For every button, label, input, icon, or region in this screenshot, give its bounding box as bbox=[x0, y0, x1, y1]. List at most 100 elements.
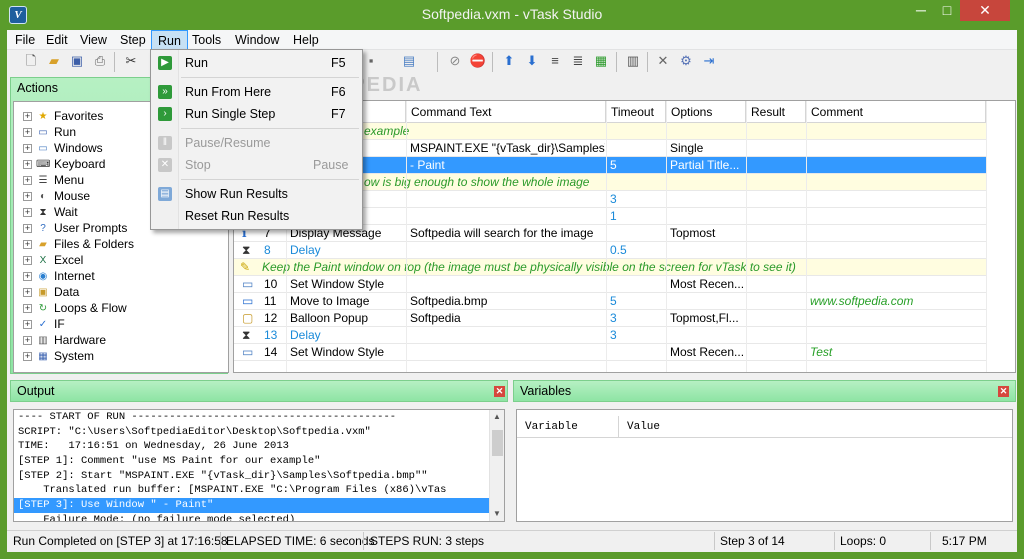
open-folder-icon[interactable]: ▰ bbox=[45, 52, 63, 70]
menu-run[interactable]: Run bbox=[151, 30, 188, 50]
output-line[interactable]: Failure Mode: (no failure mode selected) bbox=[14, 513, 504, 521]
menu-item-show-run-results[interactable]: ▤ Show Run Results bbox=[151, 183, 362, 205]
minimize-button[interactable]: ─ bbox=[908, 0, 934, 21]
output-line[interactable]: TIME: 17:16:51 on Wednesday, 26 June 201… bbox=[14, 439, 504, 454]
output-scrollbar[interactable]: ▲ ▼ bbox=[489, 410, 504, 521]
output-line[interactable]: SCRIPT: "C:\Users\SoftpediaEditor\Deskto… bbox=[14, 425, 504, 440]
stop-icon[interactable]: ⛔ bbox=[469, 52, 487, 70]
grid-row[interactable]: ▭ 11 Move to Image Softpedia.bmp 5 www.softpe… bbox=[234, 293, 986, 310]
expand-icon[interactable]: + bbox=[23, 256, 32, 266]
tree-item-internet[interactable]: + ◉ Internet bbox=[23, 268, 134, 284]
expand-icon[interactable]: + bbox=[23, 320, 32, 330]
tree-item-user-prompts[interactable]: +? User Prompts bbox=[23, 220, 134, 236]
tree-item-favorites[interactable]: + ★ Favorites bbox=[23, 108, 134, 124]
menu-edit[interactable]: Edit bbox=[40, 30, 74, 50]
tree-item-data[interactable]: + ▣ Data bbox=[23, 284, 134, 300]
indent-icon[interactable]: ≡ bbox=[546, 52, 564, 70]
menu-item-stop[interactable]: ✕ Stop Pause bbox=[151, 154, 362, 176]
tree-item-system[interactable]: + ▦ System bbox=[23, 348, 134, 364]
loops-flow-icon: ↻ bbox=[38, 302, 48, 314]
grid-row[interactable]: ⧗ 8 Delay 0.5 bbox=[234, 242, 986, 259]
expand-icon[interactable]: + bbox=[23, 336, 32, 346]
variables-header-value[interactable]: Value bbox=[619, 416, 1012, 438]
menu-item-reset-run-results[interactable]: Reset Run Results bbox=[151, 205, 362, 227]
expand-icon[interactable]: + bbox=[23, 208, 32, 218]
tree-item-keyboard[interactable]: + ⌨ Keyboard bbox=[23, 156, 134, 172]
expand-icon[interactable]: + bbox=[23, 112, 32, 122]
grid-header-result[interactable]: Result bbox=[746, 101, 806, 123]
tree-item-hardware[interactable]: + ▥ Hardware bbox=[23, 332, 134, 348]
menu-item-run[interactable]: ▶ Run F5 bbox=[151, 52, 362, 74]
menu-item-run-single-step[interactable]: › Run Single Step F7 bbox=[151, 103, 362, 125]
tree-item-excel[interactable]: + X Excel bbox=[23, 252, 134, 268]
expand-icon[interactable]: + bbox=[23, 192, 32, 202]
move-up-icon[interactable]: ⬆ bbox=[500, 52, 518, 70]
cell-num: 14 bbox=[264, 345, 278, 359]
menu-file[interactable]: File bbox=[9, 30, 41, 50]
expand-icon[interactable]: + bbox=[23, 352, 32, 362]
output-line[interactable]: Translated run buffer: [MSPAINT.EXE "C:\… bbox=[14, 483, 504, 498]
grid-row[interactable]: ⧗ 13 Delay 3 bbox=[234, 327, 986, 344]
status-clock: 5:17 PM bbox=[942, 534, 987, 548]
grid-header-comment[interactable]: Comment bbox=[806, 101, 986, 123]
tree-item-run[interactable]: + ▭ Run bbox=[23, 124, 134, 140]
app-icon[interactable]: V bbox=[9, 6, 27, 24]
comment-icon[interactable]: ▦ bbox=[592, 52, 610, 70]
grid-row[interactable]: ▭ 14 Set Window Style Most Recen... Test bbox=[234, 344, 986, 361]
menu-help[interactable]: Help bbox=[287, 30, 325, 50]
expand-icon[interactable]: + bbox=[23, 224, 32, 234]
menu-item-run-from-here[interactable]: » Run From Here F6 bbox=[151, 81, 362, 103]
menu-view[interactable]: View bbox=[74, 30, 113, 50]
grid-header-options[interactable]: Options bbox=[666, 101, 746, 123]
outdent-icon[interactable]: ≣ bbox=[569, 52, 587, 70]
tree-item-files-folders[interactable]: + ▰ Files & Folders bbox=[23, 236, 134, 252]
move-down-icon[interactable]: ⬇ bbox=[523, 52, 541, 70]
no-entry-icon[interactable]: ⊘ bbox=[446, 52, 464, 70]
expand-icon[interactable]: + bbox=[23, 144, 32, 154]
tree-item-menu[interactable]: + ☰ Menu bbox=[23, 172, 134, 188]
settings-icon[interactable]: ⚙ bbox=[677, 52, 695, 70]
output-line[interactable]: [STEP 2]: Start "MSPAINT.EXE "{vTask_dir… bbox=[14, 469, 504, 484]
output-line[interactable]: ---- START OF RUN ----------------------… bbox=[14, 410, 504, 425]
new-file-icon[interactable]: 🗋 bbox=[22, 52, 40, 70]
menu-window[interactable]: Window bbox=[229, 30, 285, 50]
variables-close-icon[interactable]: ✕ bbox=[998, 386, 1009, 397]
tree-item-mouse[interactable]: + ◐ Mouse bbox=[23, 188, 134, 204]
grid-row[interactable]: ▢ 12 Balloon Popup Softpedia 3 Topmost,Fl... bbox=[234, 310, 986, 327]
expand-icon[interactable]: + bbox=[23, 128, 32, 138]
tree-item-wait[interactable]: + ⧗ Wait bbox=[23, 204, 134, 220]
toolbar-button-icon[interactable]: ▪ bbox=[362, 52, 380, 70]
menu-item-pause-resume[interactable]: ‖ Pause/Resume bbox=[151, 132, 362, 154]
print-preview-icon[interactable]: ⎙ bbox=[91, 52, 109, 70]
output-line[interactable]: [STEP 1]: Comment "use MS Paint for our … bbox=[14, 454, 504, 469]
expand-icon[interactable]: + bbox=[23, 160, 32, 170]
single-step-icon: › bbox=[158, 107, 172, 121]
tools-icon[interactable]: ✕ bbox=[654, 52, 672, 70]
grid-row[interactable]: ▭ 10 Set Window Style Most Recen... bbox=[234, 276, 986, 293]
grid-header-command[interactable]: Command Text bbox=[406, 101, 606, 123]
tree-item-windows[interactable]: + ▭ Windows bbox=[23, 140, 134, 156]
output-log[interactable]: ---- START OF RUN ----------------------… bbox=[13, 409, 505, 522]
expand-icon[interactable]: + bbox=[23, 176, 32, 186]
variables-header-variable[interactable]: Variable bbox=[517, 416, 619, 438]
cell-options: Topmost bbox=[670, 226, 716, 240]
expand-icon[interactable]: + bbox=[23, 240, 32, 250]
expand-icon[interactable]: + bbox=[23, 272, 32, 282]
maximize-button[interactable]: □ bbox=[934, 0, 960, 21]
menu-tools[interactable]: Tools bbox=[186, 30, 227, 50]
close-button[interactable]: ✕ bbox=[960, 0, 1010, 21]
tree-item-loops-flow[interactable]: + ↻ Loops & Flow bbox=[23, 300, 134, 316]
output-line[interactable]: [STEP 3]: Use Window " - Paint" bbox=[14, 498, 489, 513]
save-icon[interactable]: ▣ bbox=[68, 52, 86, 70]
grid-header-timeout[interactable]: Timeout bbox=[606, 101, 666, 123]
run-results-icon[interactable]: ▤ bbox=[400, 52, 418, 70]
output-close-icon[interactable]: ✕ bbox=[494, 386, 505, 397]
calendar-icon[interactable]: ▥ bbox=[624, 52, 642, 70]
menu-step[interactable]: Step bbox=[114, 30, 152, 50]
expand-icon[interactable]: + bbox=[23, 304, 32, 314]
expand-icon[interactable]: + bbox=[23, 288, 32, 298]
pin-icon[interactable]: ⇥ bbox=[700, 52, 718, 70]
cut-icon[interactable]: ✂ bbox=[122, 52, 140, 70]
grid-comment-row[interactable]: ✎ Keep the Paint window on top (the image… bbox=[234, 259, 986, 276]
tree-item-if[interactable]: + ✓ IF bbox=[23, 316, 134, 332]
